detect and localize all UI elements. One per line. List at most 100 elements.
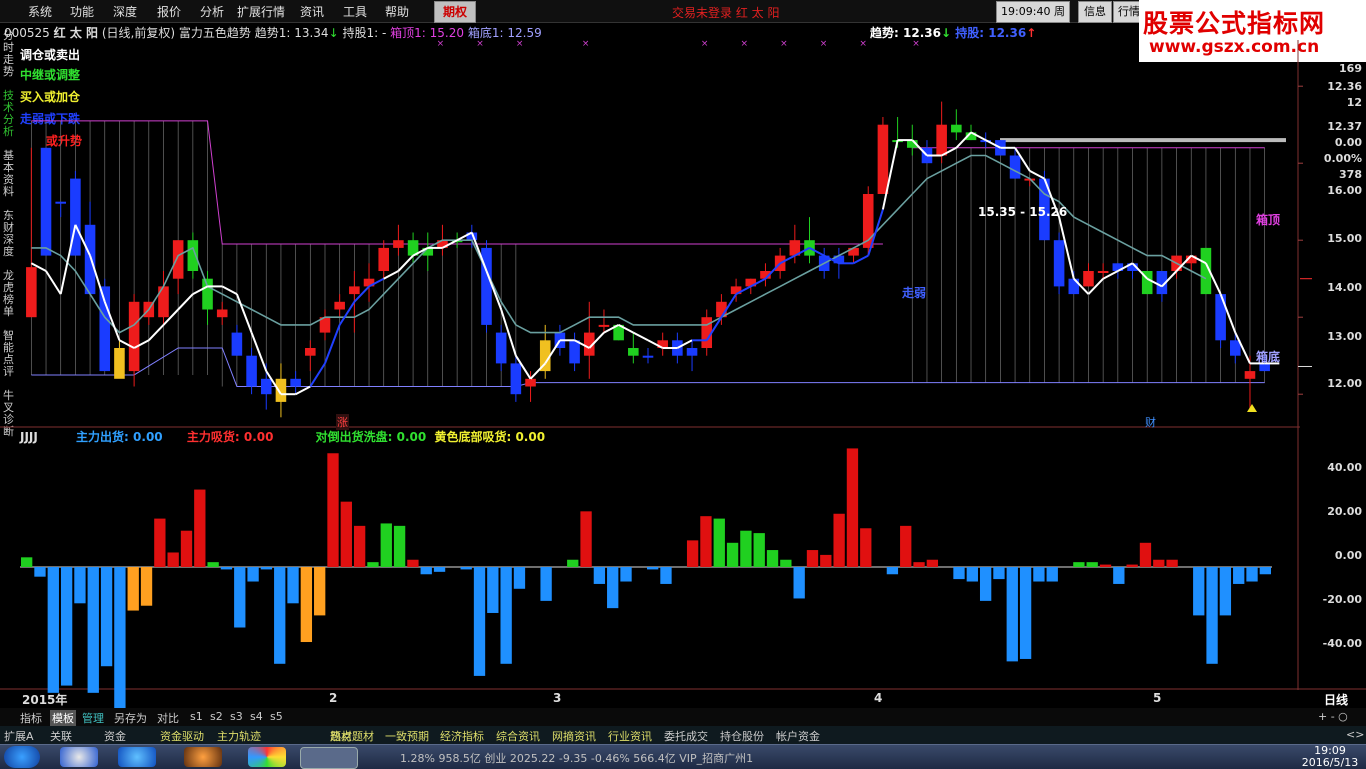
tb-zoom-controls[interactable]: + - ○	[1318, 710, 1348, 723]
top-marker: ×	[476, 39, 484, 49]
candle-body	[936, 124, 947, 156]
sub-bar	[407, 559, 419, 567]
lk-hot-theme[interactable]: 热点题材	[330, 728, 374, 744]
sub-bar	[833, 513, 845, 567]
candle-body	[290, 378, 301, 387]
box-bottom-label: 箱底	[1256, 350, 1281, 364]
stock-app-icon[interactable]	[300, 747, 358, 769]
rs-tick-13: 13.00	[1327, 330, 1362, 343]
app-icon-1[interactable]	[60, 747, 98, 767]
rs-price: 12.36	[1327, 80, 1362, 93]
tb-compare[interactable]: 对比	[157, 710, 179, 726]
candle-body	[246, 355, 257, 387]
sub-bar	[1006, 567, 1018, 662]
rs-change: 0.00	[1334, 136, 1362, 149]
sub-bar	[140, 567, 153, 606]
tb-template[interactable]: 模板	[50, 710, 76, 726]
candle-body	[1097, 271, 1109, 273]
sub-bar	[1086, 562, 1098, 567]
lk-main-track[interactable]: 主力轨迹	[217, 728, 261, 744]
sub-bar	[433, 567, 446, 572]
rs-tick-14: 14.00	[1327, 281, 1362, 294]
trend-segment	[853, 254, 869, 265]
sub-bar	[194, 489, 206, 567]
ie-icon[interactable]	[118, 747, 156, 767]
candle-body	[202, 278, 213, 310]
candle-body	[128, 301, 140, 372]
lk-ext-a[interactable]: 扩展A	[4, 728, 34, 744]
candle-body	[55, 201, 66, 204]
sub-bar	[513, 567, 526, 589]
lk-econ[interactable]: 经济指标	[440, 728, 484, 744]
app-icon-2[interactable]	[248, 747, 286, 767]
sub-bar	[1019, 567, 1032, 659]
lk-relate[interactable]: 关联	[50, 728, 72, 744]
candle-body	[686, 348, 698, 356]
candle-body	[569, 340, 580, 364]
sub-bar	[1113, 567, 1125, 584]
lk-account[interactable]: 帐户资金	[776, 728, 820, 744]
candle-body	[305, 348, 316, 356]
sub-bar	[726, 542, 739, 567]
sub-bar	[87, 567, 99, 693]
sub-bar	[1166, 559, 1178, 567]
trend-segment	[309, 362, 326, 388]
main-out-label: 主力出货:	[76, 430, 129, 444]
main-chart-grid	[0, 40, 1366, 690]
x-axis: 2015年 2 3 4 5 日线	[0, 690, 1366, 708]
candle-body	[393, 240, 404, 248]
candles	[26, 101, 1270, 418]
trend-segment	[955, 131, 972, 149]
start-icon[interactable]	[4, 746, 40, 768]
lk-digest[interactable]: 网摘资讯	[552, 728, 596, 744]
sub-bar	[793, 567, 805, 599]
tb-save-as[interactable]: 另存为	[114, 710, 147, 726]
sub-tick-neg40: -40.00	[1322, 637, 1362, 650]
sub-bar	[567, 559, 579, 567]
lk-holdings[interactable]: 持仓股份	[720, 728, 764, 744]
trend-segment	[295, 385, 311, 396]
rs-change-pct: 0.00%	[1323, 152, 1362, 165]
top-marker: ×	[701, 39, 709, 49]
sub-bar	[780, 559, 792, 567]
period-daily-button[interactable]: 日线	[1324, 691, 1348, 708]
tb-s5[interactable]: s5	[270, 710, 283, 723]
sub-bar	[660, 567, 672, 584]
sub-bar	[327, 453, 339, 567]
sub-bar	[1206, 567, 1218, 664]
sub-bar	[287, 567, 299, 604]
candle-body	[231, 332, 243, 356]
sub-tick-40: 40.00	[1327, 461, 1362, 474]
wash-label: 对倒出货洗盘:	[315, 430, 393, 444]
rs-amount: 378	[1339, 168, 1362, 181]
sub-bar	[580, 511, 592, 567]
lk-orders[interactable]: 委托成交	[664, 728, 708, 744]
lk-fund-drive[interactable]: 资金驱动	[160, 728, 204, 744]
sub-bar	[926, 559, 939, 567]
sub-bar	[100, 567, 113, 667]
sub-bar	[700, 516, 712, 567]
lk-industry[interactable]: 行业资讯	[608, 728, 652, 744]
tb-s3[interactable]: s3	[230, 710, 243, 723]
tb-s1[interactable]: s1	[190, 710, 203, 723]
lk-consensus[interactable]: 一致预期	[385, 728, 429, 744]
sub-bar	[300, 567, 313, 643]
top-marker: ×	[780, 39, 788, 49]
sub-bar	[820, 554, 832, 567]
tb-s2[interactable]: s2	[210, 710, 223, 723]
candle-body	[510, 363, 522, 395]
tb-manage[interactable]: 管理	[82, 710, 104, 726]
lk-funds[interactable]: 资金	[104, 728, 126, 744]
candle-body	[628, 348, 639, 356]
trend-segment	[177, 293, 194, 311]
lk-news[interactable]: 综合资讯	[496, 728, 540, 744]
lk-scroll[interactable]: <>	[1346, 728, 1364, 741]
tb-indicator[interactable]: 指标	[20, 710, 42, 726]
tb-s4[interactable]: s4	[250, 710, 263, 723]
sub-bar	[1219, 567, 1232, 616]
sub-bar	[1233, 567, 1245, 584]
rs-volume: 169	[1339, 62, 1362, 75]
sub-bar	[1193, 567, 1205, 616]
media-icon[interactable]	[184, 747, 222, 767]
sub-tick-neg20: -20.00	[1322, 593, 1362, 606]
